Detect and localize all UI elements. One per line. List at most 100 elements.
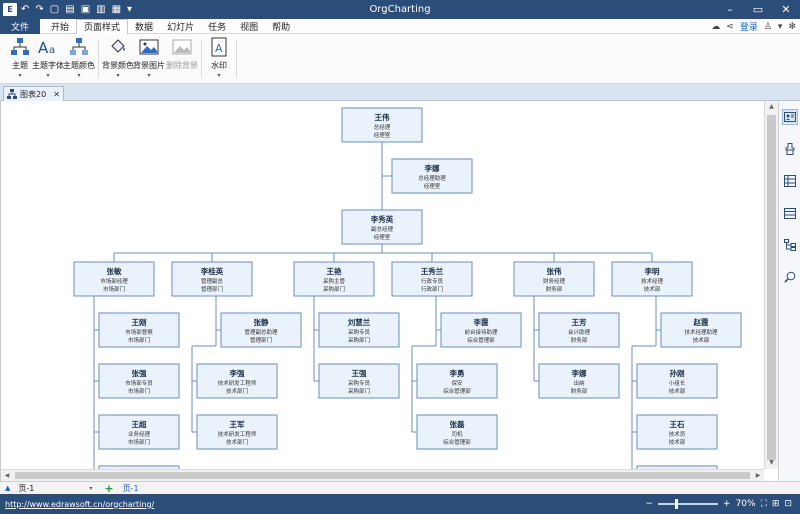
menu-data[interactable]: 数据 — [128, 19, 160, 34]
profile-card-icon[interactable] — [782, 109, 798, 125]
page-select-dropdown-icon[interactable]: ▾ — [89, 485, 92, 492]
org-node[interactable]: 李秀英副总经理经理室 — [341, 209, 423, 245]
print-icon[interactable]: ▥ — [96, 4, 105, 15]
fit-width-icon[interactable]: ⊞ — [772, 499, 780, 509]
bg-image-button[interactable]: 背景图片 ▾ — [131, 37, 167, 81]
color-icon — [69, 37, 89, 57]
menu-tasks[interactable]: 任务 — [201, 19, 233, 34]
undo-icon[interactable]: ↶ — [21, 4, 29, 15]
org-node-department: 技术部门 — [226, 387, 248, 395]
org-node-title: 技术研发工程师 — [218, 379, 257, 387]
title-bar: E ↶ ↷ ▢ ▤ ▣ ▥ ▦ ▾ OrgCharting – ▭ ✕ — [0, 0, 800, 19]
org-node[interactable]: 王秀兰行政专员行政部门 — [391, 261, 473, 297]
add-page-icon[interactable]: + — [104, 482, 113, 495]
scroll-up-icon[interactable]: ▲ — [766, 102, 777, 112]
org-node[interactable]: 李娜出纳财务部 — [538, 363, 620, 399]
page-select[interactable]: 页-1 — [18, 483, 34, 494]
data-table-icon[interactable] — [782, 205, 798, 221]
close-tab-icon[interactable]: ✕ — [53, 90, 60, 99]
scroll-left-icon[interactable]: ◀ — [2, 471, 12, 481]
org-node[interactable]: 张强市场部专员市场部门 — [98, 363, 180, 399]
org-node[interactable]: 王刚市场部督察市场部门 — [98, 312, 180, 348]
format-brush-icon[interactable] — [782, 141, 798, 157]
vertical-scroll-thumb[interactable] — [767, 115, 776, 460]
share-icon[interactable]: ⋖ — [726, 22, 734, 32]
apps-icon[interactable]: ✻ — [788, 22, 796, 32]
org-node[interactable]: 李勇保安综合管理部 — [416, 363, 498, 399]
org-node-name: 赵霞 — [693, 317, 709, 327]
page-menu-icon[interactable]: ▲ — [5, 484, 10, 492]
redo-icon[interactable]: ↷ — [35, 4, 43, 15]
org-node-name: 张静 — [254, 317, 269, 327]
new-icon[interactable]: ▢ — [50, 4, 59, 15]
org-node[interactable]: 张敏市场部经理市场部门 — [73, 261, 155, 297]
drawing-canvas[interactable]: 王伟 总经理 经理室 李娜 总经理助理 经理室 李秀英 副总经理 经理室 张敏 市场部经理 市场部门李… — [0, 101, 778, 481]
org-node-name: 李娜 — [424, 163, 440, 173]
org-node[interactable]: 张磊司机综合管理部 — [416, 414, 498, 450]
close-icon[interactable]: ✕ — [772, 0, 800, 19]
dropdown-icon[interactable]: ▾ — [778, 22, 783, 32]
open-icon[interactable]: ▤ — [65, 4, 74, 15]
org-node[interactable]: 赵霞技术经理助理技术部 — [660, 312, 742, 348]
org-node-name: 李桂英 — [200, 266, 224, 276]
cloud-icon[interactable]: ☁ — [711, 22, 720, 32]
menu-file[interactable]: 文件 — [0, 18, 41, 34]
org-node[interactable]: 王强采购专员采购部门 — [318, 363, 400, 399]
page-tab[interactable]: 页-1 — [123, 483, 139, 494]
org-node[interactable]: 王超业务经理市场部门 — [98, 414, 180, 450]
scroll-down-icon[interactable]: ▼ — [766, 458, 777, 468]
horizontal-scrollbar[interactable]: ◀ ▶ — [1, 469, 764, 481]
org-node-name: 李秀英 — [370, 214, 394, 224]
page-bar: ▲ 页-1 ▾ + 页-1 — [0, 481, 800, 495]
org-node[interactable]: 王伟总经理经理室 — [341, 107, 423, 143]
right-side-panel — [778, 101, 800, 481]
vertical-scrollbar[interactable]: ▲ ▼ — [764, 101, 778, 469]
fullscreen-icon[interactable]: ⊡ — [784, 499, 792, 509]
fit-page-icon[interactable]: ⛶ — [761, 499, 767, 509]
org-node-department: 财务部 — [571, 336, 588, 344]
zoom-slider[interactable] — [658, 499, 719, 509]
org-node[interactable]: 刘慧兰采购专员采购部门 — [318, 312, 400, 348]
org-node[interactable]: 李娜总经理助理经理室 — [391, 158, 473, 194]
menu-help[interactable]: 帮助 — [265, 19, 297, 34]
menu-view[interactable]: 视图 — [233, 19, 265, 34]
svg-text:A: A — [215, 42, 223, 55]
scroll-right-icon[interactable]: ▶ — [753, 471, 763, 481]
org-node[interactable]: 王军技术研发工程师技术部门 — [196, 414, 278, 450]
login-link[interactable]: 登录 — [740, 20, 758, 33]
menu-slides[interactable]: 幻灯片 — [160, 19, 201, 34]
theme-color-button[interactable]: 主题颜色 ▾ — [61, 37, 97, 81]
status-bar: http://www.edrawsoft.cn/orgcharting/ − +… — [0, 494, 800, 514]
horizontal-scroll-thumb[interactable] — [15, 472, 750, 479]
org-node[interactable]: 王艳采购主管采购部门 — [293, 261, 375, 297]
customize-icon[interactable]: ▾ — [127, 4, 132, 15]
search-icon[interactable] — [782, 269, 798, 285]
org-node[interactable]: 王芳会计助理财务部 — [538, 312, 620, 348]
zoom-slider-knob[interactable] — [675, 499, 679, 509]
org-node[interactable]: 李桂英管理副总管理部门 — [171, 261, 253, 297]
export-icon[interactable]: ▦ — [112, 4, 121, 15]
org-node[interactable]: 王石技术员技术部 — [636, 414, 718, 450]
hierarchy-icon[interactable] — [782, 237, 798, 253]
shirt-icon[interactable]: ♙ — [764, 22, 772, 32]
list-icon[interactable] — [782, 173, 798, 189]
doc-tab-chart20[interactable]: 图表20 ✕ — [3, 86, 64, 101]
org-node-name: 王石 — [670, 420, 685, 429]
zoom-out-icon[interactable]: − — [645, 499, 653, 509]
website-link[interactable]: http://www.edrawsoft.cn/orgcharting/ — [5, 500, 154, 509]
org-node[interactable]: 李霞前台接待助理综合管理部 — [440, 312, 522, 348]
menu-page-style[interactable]: 页面样式 — [76, 18, 129, 34]
org-node[interactable]: 李明技术经理技术部 — [611, 261, 693, 297]
org-node[interactable]: 李强技术研发工程师技术部门 — [196, 363, 278, 399]
menu-home[interactable]: 开始 — [44, 19, 76, 34]
org-node[interactable]: 孙刚小组长技术部 — [636, 363, 718, 399]
org-node[interactable]: 张静管理副总助理管理部门 — [220, 312, 302, 348]
maximize-icon[interactable]: ▭ — [744, 0, 772, 19]
org-node-title: 市场部专员 — [125, 379, 153, 387]
save-icon[interactable]: ▣ — [81, 4, 90, 15]
watermark-button[interactable]: A 水印 ▾ — [201, 37, 237, 81]
zoom-in-icon[interactable]: + — [723, 499, 731, 509]
minimize-icon[interactable]: – — [716, 0, 744, 19]
org-node[interactable]: 张伟财务经理财务部 — [513, 261, 595, 297]
remove-bg-button[interactable]: 删除背景 — [164, 37, 200, 81]
